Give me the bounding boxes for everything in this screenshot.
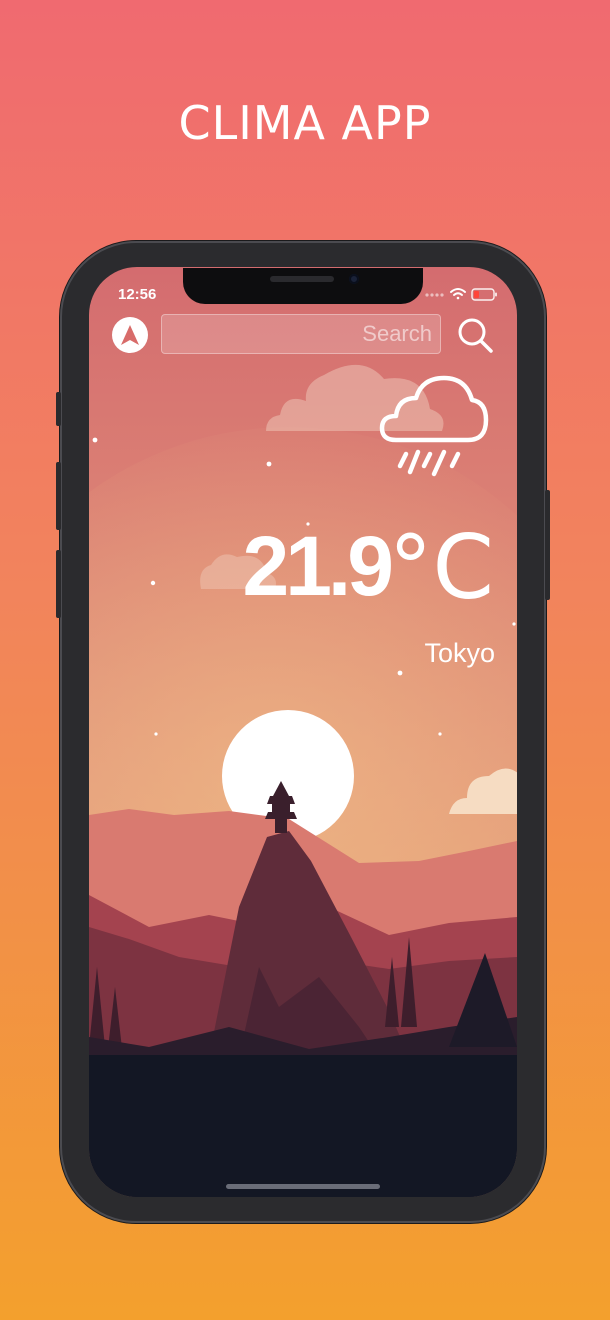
phone-speaker	[270, 276, 334, 282]
signal-icon	[425, 293, 444, 297]
location-button[interactable]	[112, 317, 148, 353]
navigation-arrow-icon	[121, 325, 139, 345]
phone-volume-down	[56, 550, 61, 618]
city-name: Tokyo	[424, 638, 495, 668]
status-icons	[425, 288, 497, 301]
phone-power-button	[545, 490, 550, 600]
temperature-display: 21.9 °C	[200, 516, 500, 619]
phone-notch	[183, 268, 423, 304]
promo-title: CLIMA APP	[178, 96, 432, 150]
home-indicator	[226, 1184, 380, 1189]
search-icon	[458, 318, 493, 353]
phone-silent-switch	[56, 392, 61, 426]
wifi-icon	[450, 288, 466, 300]
temperature-unit: °C	[388, 516, 494, 619]
battery-icon	[471, 288, 497, 301]
search-button[interactable]	[456, 316, 494, 354]
temperature-value: 21.9	[242, 519, 394, 613]
phone-volume-up	[56, 462, 61, 530]
camera-icon	[349, 274, 359, 284]
status-time: 12:56	[118, 286, 157, 303]
rain-cloud-icon	[379, 375, 489, 477]
search-input[interactable]	[161, 314, 441, 354]
